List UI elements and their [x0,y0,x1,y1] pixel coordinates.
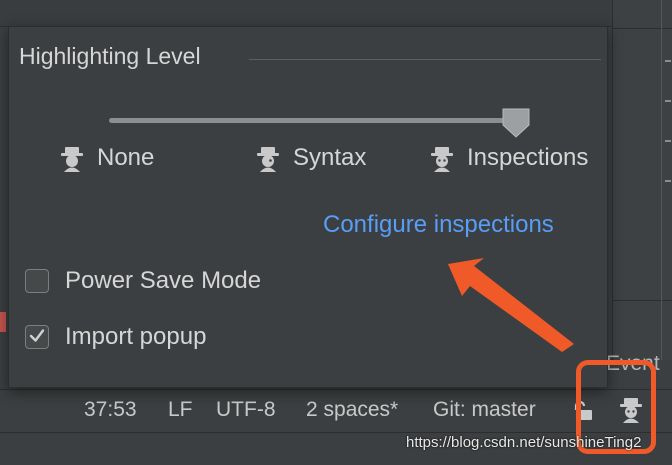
hector-inspections-icon [429,145,455,173]
highlight-level-slider-thumb[interactable] [501,107,531,139]
caret-position[interactable]: 37:53 [84,398,137,422]
status-bar: 37:53 LF UTF-8 2 spaces* Git: master [0,389,672,432]
configure-inspections-link[interactable]: Configure inspections [323,211,554,239]
hector-syntax-icon [255,145,281,173]
error-marker [0,312,6,332]
watermark-text: https://blog.csdn.net/sunshineTing2 [406,434,642,451]
checkmark-icon [29,329,45,342]
level-inspections-label: Inspections [467,144,589,171]
import-popup-label: Import popup [65,323,207,350]
import-popup-checkbox[interactable] [25,325,49,349]
title-divider [249,59,601,60]
editor-top-strip [0,0,612,27]
line-separator[interactable]: LF [168,398,193,422]
power-save-mode-checkbox[interactable] [25,269,49,293]
level-syntax-label: Syntax [293,144,367,171]
highlighting-level-popup: Highlighting Level None Syntax Inspectio… [8,26,608,388]
right-tool-panel [612,0,672,360]
level-none-label: None [97,144,155,171]
vcs-branch[interactable]: Git: master [433,398,536,422]
power-save-mode-label: Power Save Mode [65,267,262,294]
highlight-level-slider-track[interactable] [109,118,519,123]
file-encoding[interactable]: UTF-8 [216,398,276,422]
indent-setting[interactable]: 2 spaces* [306,398,398,422]
hector-none-icon [59,145,85,173]
popup-title: Highlighting Level [19,43,201,69]
